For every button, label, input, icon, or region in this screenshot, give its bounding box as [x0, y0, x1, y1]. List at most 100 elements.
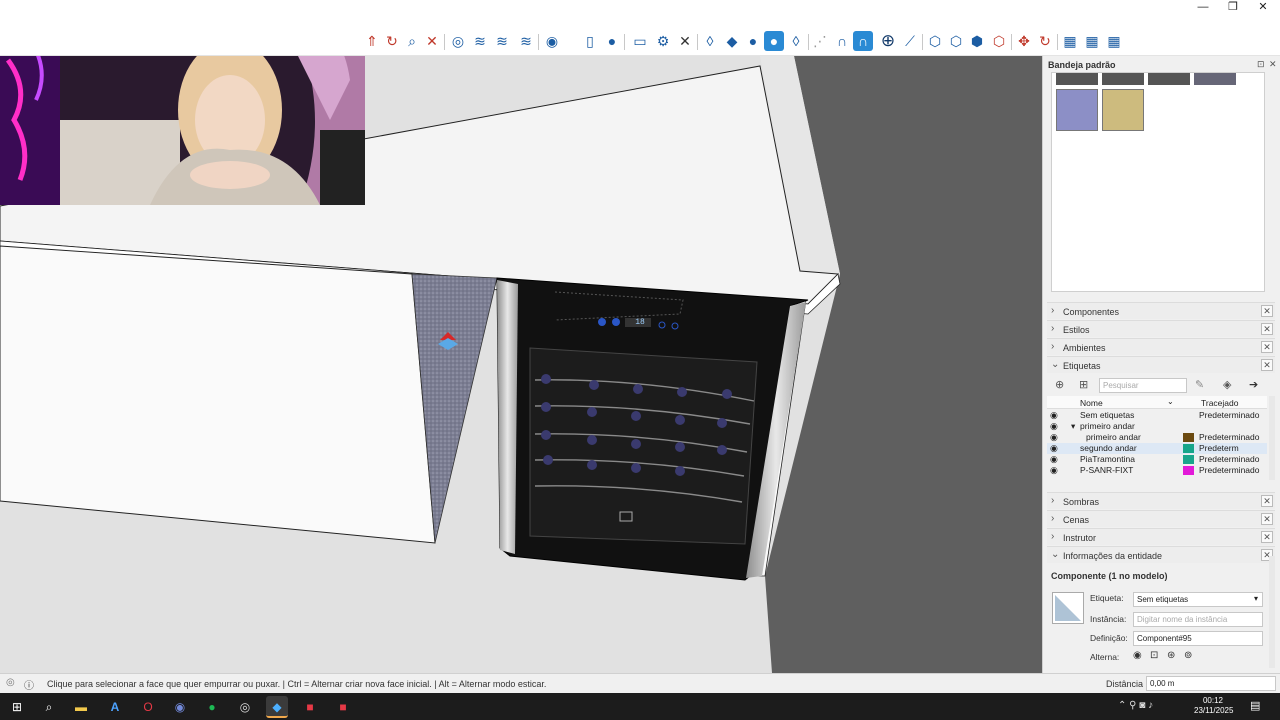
push-pull-icon[interactable]: ⇑	[362, 31, 382, 51]
tag-color-swatch[interactable]	[1183, 444, 1194, 453]
model-viewport[interactable]: 18	[0, 56, 1042, 673]
close-icon[interactable]: ✕	[1261, 513, 1273, 525]
search-icon[interactable]: ⌕	[38, 696, 60, 718]
tag-search-input[interactable]: Pesquisar	[1099, 378, 1187, 393]
walk-icon[interactable]: ◉	[542, 31, 562, 51]
section-sombras[interactable]: › Sombras ✕	[1047, 492, 1275, 509]
add-folder-icon[interactable]: ⊞	[1079, 378, 1088, 391]
definition-input[interactable]: Component#95	[1133, 631, 1263, 646]
page-icon[interactable]: ▯	[580, 31, 600, 51]
sketchup-icon[interactable]: ◆	[266, 696, 288, 718]
close-icon[interactable]: ✕	[1261, 531, 1273, 543]
close-tray-icon[interactable]: ✕	[1269, 59, 1277, 70]
section-cenas[interactable]: › Cenas ✕	[1047, 510, 1275, 527]
file-explorer-icon[interactable]: ▬	[70, 696, 92, 718]
erase-icon[interactable]: ✕	[675, 31, 695, 51]
water-drop-active-icon[interactable]: ●	[764, 31, 784, 51]
section-estilos[interactable]: › Estilos ✕	[1047, 320, 1275, 337]
minimize-button[interactable]: —	[1186, 0, 1220, 16]
tag-select[interactable]: Sem etiquetas ▾	[1133, 592, 1263, 607]
info-icon[interactable]: ⓘ	[24, 677, 34, 692]
maximize-button[interactable]: ❐	[1216, 0, 1250, 16]
discord-icon[interactable]: ◉	[169, 696, 191, 718]
tag-row[interactable]: ◉ P-SANR-FIXT Predeterminado	[1047, 465, 1267, 476]
tray-scrollbar[interactable]	[1269, 556, 1275, 668]
tray-icons[interactable]: ⌃ ⚲ ◙ ♪	[1118, 700, 1153, 711]
eye-icon[interactable]: ◉	[1050, 454, 1058, 465]
grid-blue-icon[interactable]: ▦	[1104, 31, 1124, 51]
obs-icon[interactable]: ◎	[234, 696, 256, 718]
col-trace-header[interactable]: Tracejado	[1201, 398, 1238, 408]
rectangle-icon[interactable]: ▭	[630, 31, 650, 51]
material-swatch[interactable]	[1056, 73, 1098, 85]
wand-icon[interactable]: ⋰	[810, 31, 830, 51]
shadow-icon[interactable]: ⊛	[1167, 650, 1175, 661]
grid-icon[interactable]: ▦	[1060, 31, 1080, 51]
zoom-extents-icon[interactable]: ✕	[422, 31, 442, 51]
cancel-box-icon[interactable]: ⬡	[989, 31, 1009, 51]
clock-date[interactable]: 23/11/2025	[1194, 706, 1233, 715]
eye-icon[interactable]: ◉	[1050, 421, 1058, 432]
section-etiquetas[interactable]: ⌄ Etiquetas ✕	[1047, 356, 1275, 373]
close-icon[interactable]: ✕	[1261, 323, 1273, 335]
lock-icon[interactable]: ⊡	[1150, 650, 1158, 661]
orbit-icon[interactable]: ◎	[448, 31, 468, 51]
notifications-icon[interactable]: ▤	[1250, 699, 1260, 712]
axes-icon[interactable]: ≋	[516, 31, 536, 51]
tag-color-swatch[interactable]	[1183, 455, 1194, 464]
clock-time[interactable]: 00:12	[1196, 696, 1230, 705]
tag-row-selected[interactable]: ◉ segundo andar Predeterm	[1047, 443, 1267, 454]
section-instrutor[interactable]: › Instrutor ✕	[1047, 528, 1275, 545]
water-drop-filled-icon[interactable]: ◆	[722, 31, 742, 51]
pin-icon[interactable]: ⊡	[1257, 59, 1265, 70]
person-icon[interactable]: ●	[602, 31, 622, 51]
details-icon[interactable]: ➔	[1249, 378, 1258, 391]
material-swatch[interactable]	[1102, 73, 1144, 85]
add-icon[interactable]: ⊕	[878, 31, 898, 51]
close-button[interactable]: ✕	[1246, 0, 1280, 16]
section-componentes[interactable]: › Componentes ✕	[1047, 302, 1275, 319]
water-drop-solid-icon[interactable]: ●	[743, 31, 763, 51]
tag-row[interactable]: ◉ Sem etiquetas Predeterminado	[1047, 410, 1267, 421]
tag-color-swatch[interactable]	[1183, 466, 1194, 475]
grid-alt-icon[interactable]: ▦	[1082, 31, 1102, 51]
section-entity-info[interactable]: ⌄ Informações da entidade ✕	[1047, 546, 1275, 563]
tag-row[interactable]: ◉ primeiro andar Predeterminado	[1047, 432, 1267, 443]
material-swatch[interactable]	[1194, 73, 1236, 85]
rotate-icon[interactable]: ↻	[382, 31, 402, 51]
tag-list-scrollbar[interactable]	[1269, 396, 1275, 480]
layout-icon[interactable]: ■	[299, 696, 321, 718]
zoom-icon[interactable]: ⌕	[402, 31, 422, 51]
close-icon[interactable]: ✕	[1261, 305, 1273, 317]
chevron-down-icon[interactable]: ⌄	[1167, 397, 1174, 406]
refresh-icon[interactable]: ↻	[1035, 31, 1055, 51]
water-drop-icon[interactable]: ◊	[700, 31, 720, 51]
material-swatch-sand[interactable]	[1102, 89, 1144, 131]
paint-icon[interactable]: ✎	[1195, 378, 1204, 391]
col-name-header[interactable]: Nome	[1080, 398, 1103, 408]
close-icon[interactable]: ✕	[1261, 359, 1273, 371]
close-icon[interactable]: ✕	[1261, 341, 1273, 353]
tag-color-swatch[interactable]	[1183, 433, 1194, 442]
gear-icon[interactable]: ⚙	[653, 31, 673, 51]
box-filled-icon[interactable]: ⬢	[967, 31, 987, 51]
start-icon[interactable]: ⊞	[6, 696, 28, 718]
box-alt-icon[interactable]: ⬡	[946, 31, 966, 51]
material-swatch[interactable]	[1148, 73, 1190, 85]
add-tag-icon[interactable]: ⊕	[1055, 378, 1064, 391]
tag-row[interactable]: ◉ PiaTramontina Predeterminado	[1047, 454, 1267, 465]
eye-icon[interactable]: ◉	[1050, 465, 1058, 476]
water-drop-outline-icon[interactable]: ◊	[786, 31, 806, 51]
section-plane-icon[interactable]: ≋	[492, 31, 512, 51]
eye-icon[interactable]: ◉	[1050, 410, 1058, 421]
measurements-box[interactable]: 0,00 m	[1146, 676, 1276, 691]
tag-options-icon[interactable]: ◈	[1223, 378, 1231, 391]
opera-icon[interactable]: O	[137, 696, 159, 718]
material-swatch-blue[interactable]	[1056, 89, 1098, 131]
close-icon[interactable]: ✕	[1261, 495, 1273, 507]
receive-shadow-icon[interactable]: ⊚	[1184, 650, 1192, 661]
instance-name-input[interactable]: Digitar nome da instância	[1133, 612, 1263, 627]
move-icon[interactable]: ✥	[1014, 31, 1034, 51]
app-a-icon[interactable]: A	[104, 696, 126, 718]
magnet-icon[interactable]: ∩	[832, 31, 852, 51]
